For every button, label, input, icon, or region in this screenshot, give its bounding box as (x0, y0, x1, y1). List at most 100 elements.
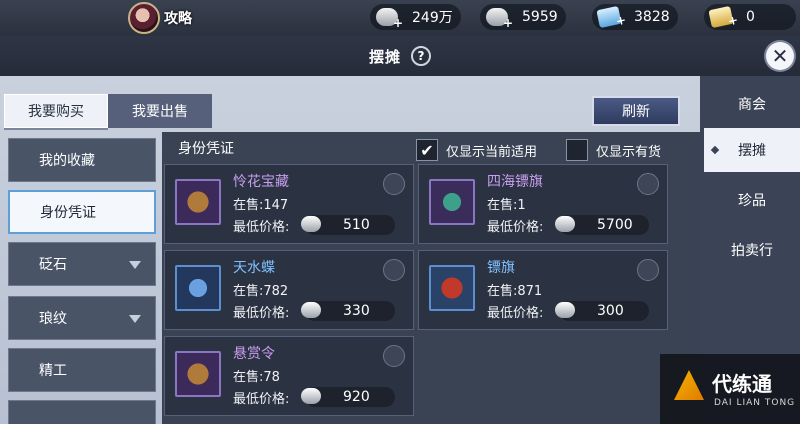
select-radio[interactable] (637, 173, 659, 195)
silver-ingot-icon (301, 302, 321, 318)
category-label: 琅纹 (39, 311, 67, 327)
item-name: 天水蝶 (233, 260, 275, 276)
chevron-down-icon (129, 315, 141, 323)
gold-ticket-icon: + (708, 5, 739, 28)
select-radio[interactable] (383, 345, 405, 367)
item-price-label: 最低价格: (233, 220, 290, 235)
currency-ticket[interactable]: + 3828 (592, 4, 678, 30)
currency-value: 3828 (634, 9, 670, 25)
filter-in-stock-checkbox[interactable]: 仅显示有货 (566, 138, 661, 162)
item-card[interactable]: 悬赏令 在售:78 最低价格: 920 (164, 336, 414, 416)
currency-silver-coin[interactable]: + 249万 (370, 4, 461, 30)
item-price-box: 300 (555, 301, 649, 321)
item-stock: 在售:1 (487, 198, 526, 213)
nav-treasures[interactable]: 珍品 (704, 178, 800, 222)
item-price-box: 5700 (555, 215, 649, 235)
panel-titlebar: 摆摊 ? ✕ (0, 36, 800, 76)
item-stock: 在售:147 (233, 198, 289, 213)
category-label: 身份凭证 (40, 205, 96, 221)
nav-auction-house[interactable]: 拍卖行 (704, 228, 800, 272)
watermark-subtext: DAI LIAN TONG (714, 398, 796, 408)
watermark-text: 代练通 (712, 372, 772, 396)
silver-coin-icon: + (376, 8, 403, 30)
item-price-box: 330 (301, 301, 395, 321)
category-refined-craft[interactable]: 精工 (8, 348, 156, 392)
item-listing-area: 身份凭证 ✔ 仅显示当前适用 仅显示有货 怜花宝藏 在售:147 最低价格: 5… (162, 132, 700, 424)
item-price: 5700 (597, 217, 633, 233)
item-price: 920 (343, 389, 370, 405)
item-price-label: 最低价格: (487, 306, 544, 321)
bounty-order-icon (175, 351, 221, 397)
silver-ingot-icon (301, 216, 321, 232)
item-stock: 在售:871 (487, 284, 543, 299)
nav-stall[interactable]: 摆摊 (704, 128, 800, 172)
butterfly-icon (175, 265, 221, 311)
item-price-label: 最低价格: (487, 220, 544, 235)
currency-value: 249万 (412, 10, 453, 26)
filter-applicable-label: 仅显示当前适用 (446, 144, 538, 160)
filter-in-stock-label: 仅显示有货 (596, 144, 662, 160)
avatar[interactable] (128, 2, 160, 34)
category-lang-pattern[interactable]: 琅纹 (8, 296, 156, 340)
category-identity-credentials[interactable]: 身份凭证 (8, 190, 156, 234)
item-card[interactable]: 天水蝶 在售:782 最低价格: 330 (164, 250, 414, 330)
red-flag-icon (429, 265, 475, 311)
checkbox-empty-icon[interactable] (566, 139, 588, 161)
item-price-box: 920 (301, 387, 395, 407)
item-price: 330 (343, 303, 370, 319)
section-title: 身份凭证 (178, 141, 234, 157)
chevron-down-icon (129, 261, 141, 269)
selected-diamond-icon (710, 145, 720, 155)
tab-sell[interactable]: 我要出售 (108, 94, 212, 128)
item-card[interactable]: 怜花宝藏 在售:147 最低价格: 510 (164, 164, 414, 244)
item-price: 510 (343, 217, 370, 233)
silver-ingot-icon: + (486, 8, 513, 30)
close-icon[interactable]: ✕ (766, 42, 794, 70)
category-more[interactable] (8, 400, 156, 424)
checkmark-icon[interactable]: ✔ (416, 139, 438, 161)
category-label: 精工 (39, 363, 67, 379)
watermark-logo-icon (674, 370, 704, 400)
watermark: 代练通 DAI LIAN TONG (660, 354, 800, 424)
select-radio[interactable] (383, 259, 405, 281)
nav-label: 珍品 (738, 193, 766, 209)
silver-ingot-icon (555, 216, 575, 232)
treasure-map-icon (175, 179, 221, 225)
item-stock: 在售:78 (233, 370, 280, 385)
select-radio[interactable] (383, 173, 405, 195)
market-content: 我要购买 我要出售 刷新 我的收藏 身份凭证 砭石 琅纹 精工 身份凭证 ✔ 仅… (0, 76, 700, 424)
tab-buy[interactable]: 我要购买 (4, 94, 108, 128)
category-favorites[interactable]: 我的收藏 (8, 138, 156, 182)
select-radio[interactable] (637, 259, 659, 281)
category-label: 砭石 (39, 257, 67, 273)
item-stock: 在售:782 (233, 284, 289, 299)
silver-ingot-icon (301, 388, 321, 404)
currency-silver-ingot[interactable]: + 5959 (480, 4, 566, 30)
currency-value: 5959 (522, 9, 558, 25)
player-avatar-group[interactable]: 攻略 (128, 2, 210, 34)
silver-ingot-icon (555, 302, 575, 318)
item-name: 怜花宝藏 (233, 174, 289, 190)
item-card[interactable]: 四海镖旗 在售:1 最低价格: 5700 (418, 164, 668, 244)
item-name: 悬赏令 (233, 346, 275, 362)
nav-label: 拍卖行 (731, 243, 773, 259)
nav-chamber-of-commerce[interactable]: 商会 (704, 82, 800, 126)
strategy-label[interactable]: 攻略 (164, 8, 192, 28)
ticket-icon: + (596, 5, 627, 28)
item-name: 镖旗 (487, 260, 515, 276)
category-bian-stone[interactable]: 砭石 (8, 242, 156, 286)
refresh-button[interactable]: 刷新 (592, 96, 680, 126)
currency-value: 0 (746, 9, 755, 25)
filter-applicable-checkbox[interactable]: ✔ 仅显示当前适用 (416, 138, 537, 162)
help-icon[interactable]: ? (411, 46, 431, 66)
item-price-label: 最低价格: (233, 392, 290, 407)
item-card[interactable]: 镖旗 在售:871 最低价格: 300 (418, 250, 668, 330)
nav-label: 商会 (738, 97, 766, 113)
top-currency-bar: 攻略 + 249万 + 5959 + 3828 + 0 (0, 0, 800, 36)
nav-label: 摆摊 (738, 143, 766, 159)
item-price: 300 (597, 303, 624, 319)
item-price-label: 最低价格: (233, 306, 290, 321)
page-title: 摆摊 (368, 47, 401, 66)
currency-gold-ticket[interactable]: + 0 (704, 4, 796, 30)
item-name: 四海镖旗 (487, 174, 543, 190)
